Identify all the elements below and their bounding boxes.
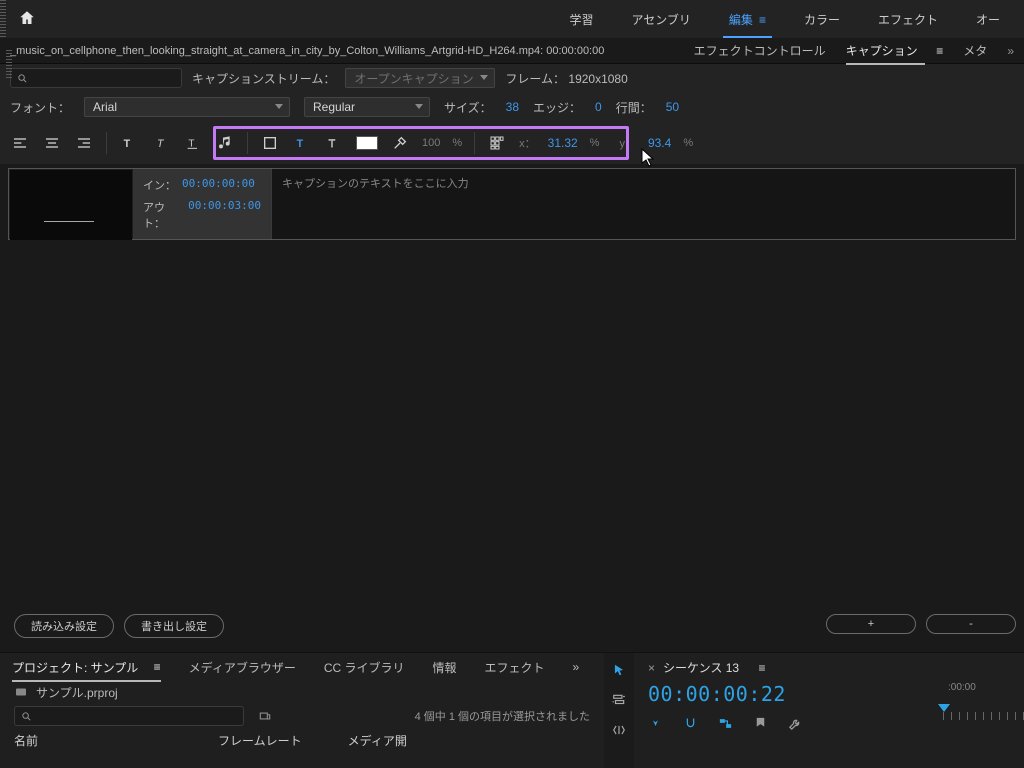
out-label: アウト： xyxy=(143,199,182,231)
caption-times: イン： 00:00:00:00 アウト：00:00:03:00 xyxy=(133,169,271,239)
nav-edit[interactable]: 編集≡ xyxy=(729,11,766,28)
selection-tool-icon[interactable] xyxy=(612,663,626,677)
svg-text:T: T xyxy=(297,138,304,150)
export-settings-button[interactable]: 書き出し設定 xyxy=(124,614,224,638)
nav-learn[interactable]: 学習 xyxy=(570,11,594,28)
snap-insert-icon[interactable] xyxy=(648,716,663,731)
bg-box-icon[interactable] xyxy=(260,133,280,153)
caption-text-input[interactable]: キャプションのテキストをここに入力 xyxy=(271,169,1015,239)
leading-label: 行間： xyxy=(616,99,652,116)
settings-wrench-icon[interactable] xyxy=(788,716,803,731)
align-right-icon[interactable] xyxy=(74,133,94,153)
tab-caption[interactable]: キャプション ≡ xyxy=(846,42,944,59)
tab-effects[interactable]: エフェクト xyxy=(485,659,545,676)
y-label: y： xyxy=(619,135,636,151)
close-sequence-icon[interactable]: × xyxy=(648,661,655,675)
remove-caption-button[interactable]: - xyxy=(926,614,1016,634)
underline-icon[interactable]: T xyxy=(183,133,203,153)
stream-label: キャプションストリーム： xyxy=(192,70,335,87)
svg-text:T: T xyxy=(329,138,336,150)
nav-effects[interactable]: エフェクト xyxy=(878,11,938,28)
tabs-overflow-icon[interactable]: » xyxy=(573,660,580,674)
ruler-start-label: :00:00 xyxy=(948,682,976,693)
tab-media-browser[interactable]: メディアブラウザー xyxy=(189,659,296,676)
caption-search[interactable] xyxy=(10,68,182,88)
project-search-input[interactable] xyxy=(32,710,237,722)
snap-icon[interactable] xyxy=(683,716,698,731)
in-value[interactable]: 00:00:00:00 xyxy=(182,177,255,193)
bin-icon[interactable] xyxy=(258,709,272,723)
nav-audio[interactable]: オー xyxy=(976,11,1000,28)
size-label: サイズ： xyxy=(444,99,492,116)
add-caption-button[interactable]: + xyxy=(826,614,916,634)
color-swatch[interactable] xyxy=(356,136,378,150)
font-weight-select[interactable]: Regular xyxy=(304,97,430,117)
x-label: x： xyxy=(519,135,536,151)
caption-search-input[interactable] xyxy=(28,72,175,84)
drag-handle[interactable] xyxy=(0,0,6,38)
home-icon[interactable] xyxy=(18,9,36,30)
stream-select[interactable]: オープンキャプション xyxy=(345,68,495,88)
track-select-icon[interactable] xyxy=(612,693,626,707)
out-value[interactable]: 00:00:03:00 xyxy=(188,199,261,231)
caption-thumbnail xyxy=(10,170,132,240)
svg-text:T: T xyxy=(124,138,131,150)
sequence-name: _music_on_cellphone_then_looking_straigh… xyxy=(10,45,604,57)
ripple-edit-icon[interactable] xyxy=(612,723,626,737)
sequence-tab[interactable]: シーケンス 13 xyxy=(663,659,739,676)
y-value[interactable]: 93.4 xyxy=(648,136,671,150)
tab-meta[interactable]: メタ xyxy=(963,42,987,59)
project-file-icon xyxy=(14,686,28,698)
position-grid-icon[interactable] xyxy=(487,133,507,153)
tab-effect-controls[interactable]: エフェクトコントロール xyxy=(694,42,826,59)
import-settings-button[interactable]: 読み込み設定 xyxy=(14,614,114,638)
eyedropper-icon[interactable] xyxy=(390,133,410,153)
leading-value[interactable]: 50 xyxy=(666,100,679,114)
tab-project[interactable]: プロジェクト: サンプル ≡ xyxy=(12,659,161,676)
nav-color[interactable]: カラー xyxy=(804,11,840,28)
frame-label: フレーム： 1920x1080 xyxy=(505,70,627,87)
svg-text:T: T xyxy=(188,138,194,149)
sequence-bar: _music_on_cellphone_then_looking_straigh… xyxy=(0,38,1024,64)
edge-label: エッジ： xyxy=(533,99,581,116)
in-label: イン： xyxy=(143,177,176,193)
app-topbar: 学習 アセンブリ 編集≡ カラー エフェクト オー xyxy=(0,0,1024,38)
edge-value[interactable]: 0 xyxy=(595,100,602,114)
project-search[interactable] xyxy=(14,706,244,726)
selection-info: 4 個中 1 個の項目が選択されました xyxy=(415,708,590,724)
col-media-start[interactable]: メディア開 xyxy=(348,732,407,749)
size-value[interactable]: 38 xyxy=(506,100,519,114)
tab-info[interactable]: 情報 xyxy=(433,659,457,676)
bold-icon[interactable]: T xyxy=(119,133,139,153)
marker-icon[interactable] xyxy=(753,716,768,731)
opacity-value[interactable]: 100 xyxy=(422,137,440,149)
project-panel: プロジェクト: サンプル ≡ メディアブラウザー CC ライブラリ 情報 エフェ… xyxy=(0,653,604,768)
music-icon[interactable] xyxy=(215,133,235,153)
linked-selection-icon[interactable] xyxy=(718,716,733,731)
tab-cc-library[interactable]: CC ライブラリ xyxy=(324,659,405,676)
col-name[interactable]: 名前 xyxy=(14,732,38,749)
align-left-icon[interactable] xyxy=(10,133,30,153)
nav-assembly[interactable]: アセンブリ xyxy=(632,11,691,28)
font-family-select[interactable]: Arial xyxy=(84,97,290,117)
text-stroke-icon[interactable]: T xyxy=(324,133,344,153)
caption-entry[interactable]: イン： 00:00:00:00 アウト：00:00:03:00 キャプションのテキ… xyxy=(8,168,1016,240)
x-value[interactable]: 31.32 xyxy=(548,136,578,150)
caption-toolbar: T T T T T 100 % x： 31.32 % y： 93.4 % xyxy=(0,122,1024,164)
timeline-toolstrip xyxy=(604,653,634,768)
project-filename: サンプル.prproj xyxy=(36,684,118,701)
col-framerate[interactable]: フレームレート xyxy=(218,732,302,749)
text-fill-icon[interactable]: T xyxy=(292,133,312,153)
italic-icon[interactable]: T xyxy=(151,133,171,153)
font-label: フォント： xyxy=(10,99,70,116)
tabs-overflow-icon[interactable]: » xyxy=(1007,44,1014,58)
align-center-icon[interactable] xyxy=(42,133,62,153)
svg-text:T: T xyxy=(157,138,165,150)
drag-handle[interactable] xyxy=(6,50,12,78)
